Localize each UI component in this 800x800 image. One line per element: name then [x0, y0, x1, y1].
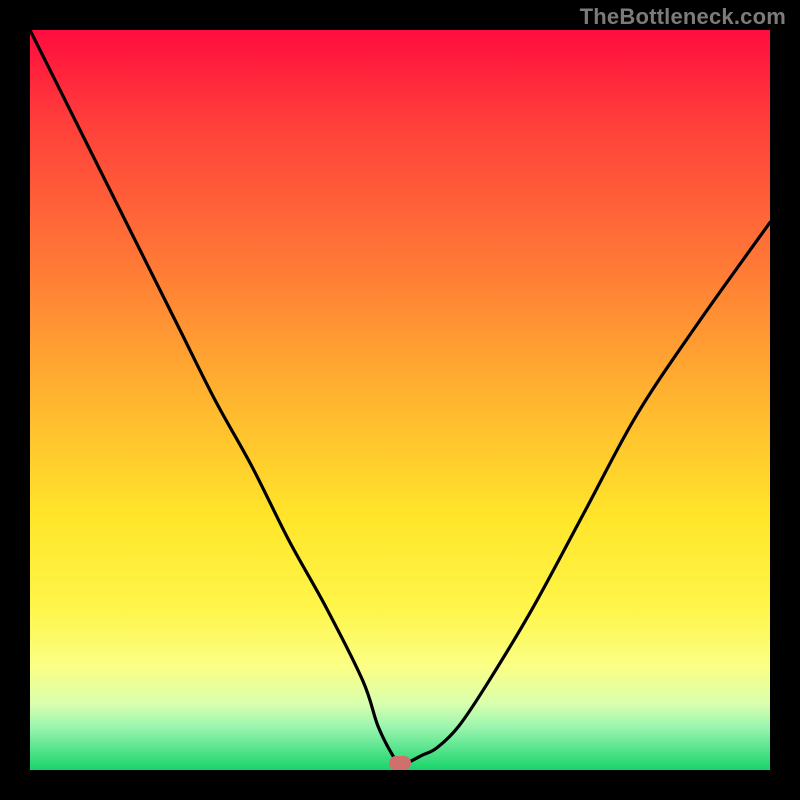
plot-area — [30, 30, 770, 770]
chart-frame: TheBottleneck.com — [0, 0, 800, 800]
bottleneck-curve — [30, 30, 770, 770]
watermark-text: TheBottleneck.com — [580, 4, 786, 30]
optimal-point-marker — [389, 756, 411, 770]
